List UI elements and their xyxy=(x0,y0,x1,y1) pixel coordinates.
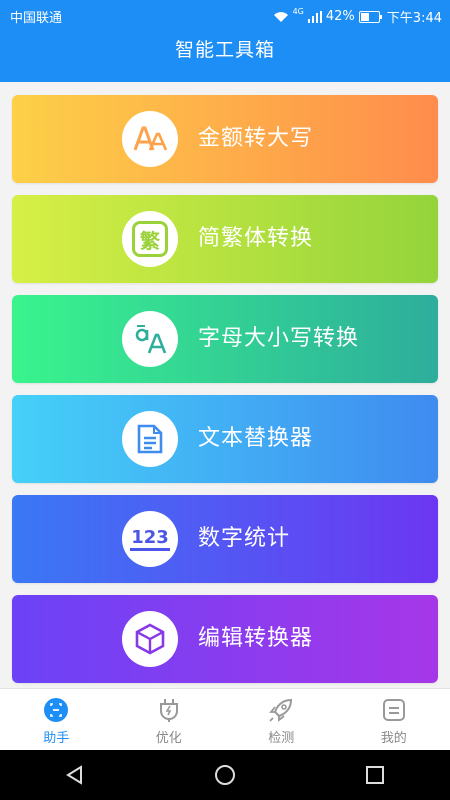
letter-case-icon xyxy=(135,325,167,354)
tool-label: 编辑转换器 xyxy=(198,626,314,651)
font-aa-icon xyxy=(133,126,167,151)
nav-item-optimize[interactable]: 优化 xyxy=(113,689,226,750)
number-123-icon: 123 xyxy=(130,527,170,551)
clock: 下午3:44 xyxy=(386,11,442,26)
profile-icon xyxy=(382,699,405,721)
tool-card-simplified-traditional[interactable]: 繁 简繁体转换 xyxy=(12,195,438,283)
traditional-char-icon: 繁 xyxy=(132,221,168,257)
tool-card-text-replacer[interactable]: 文本替换器 xyxy=(12,395,438,483)
system-nav-bar xyxy=(0,750,450,800)
back-triangle-icon xyxy=(66,765,82,785)
tool-label: 字母大小写转换 xyxy=(198,326,360,351)
tool-card-edit-converter[interactable]: 编辑转换器 xyxy=(12,595,438,683)
tool-icon-circle xyxy=(122,611,178,667)
nav-label: 我的 xyxy=(380,731,407,746)
tool-icon-circle xyxy=(122,311,178,367)
tool-icon-circle: 繁 xyxy=(122,211,178,267)
assistant-icon xyxy=(44,698,69,722)
app-header: 中国联通 4G 42% 下午3:44 智能工具箱 xyxy=(0,0,450,82)
signal-icon xyxy=(307,10,322,23)
battery-percent: 42% xyxy=(325,9,355,24)
carrier-name: 中国联通 xyxy=(10,11,63,26)
recents-square-icon xyxy=(366,766,384,784)
cube-icon xyxy=(135,623,165,655)
wifi-icon xyxy=(273,11,288,22)
home-circle-icon xyxy=(215,765,235,785)
battery-icon xyxy=(358,10,382,23)
tool-card-amount-uppercase[interactable]: 金额转大写 xyxy=(12,95,438,183)
optimize-plug-icon xyxy=(159,699,178,722)
tool-icon-circle xyxy=(122,111,178,167)
tool-label: 简繁体转换 xyxy=(198,226,314,251)
status-indicators: 4G 42% 下午3:44 xyxy=(273,7,442,26)
nav-label: 助手 xyxy=(43,731,70,746)
document-icon xyxy=(137,424,163,454)
recents-button[interactable] xyxy=(355,755,395,795)
bottom-nav: 助手 优化 检测 我的 xyxy=(0,688,450,750)
home-button[interactable] xyxy=(205,755,245,795)
status-bar: 中国联通 4G 42% 下午3:44 xyxy=(0,0,450,30)
nav-label: 优化 xyxy=(155,731,182,746)
back-button[interactable] xyxy=(55,755,95,795)
network-type: 4G xyxy=(292,7,304,16)
nav-item-mine[interactable]: 我的 xyxy=(338,689,450,750)
tool-icon-circle: 123 xyxy=(122,511,178,567)
tool-label: 数字统计 xyxy=(198,526,291,551)
tool-list: 金额转大写 繁 简繁体转换 字母大小写转换 文本替换器 123 数字统计 编辑转… xyxy=(12,95,438,695)
tool-label: 金额转大写 xyxy=(198,126,314,151)
tool-card-letter-case[interactable]: 字母大小写转换 xyxy=(12,295,438,383)
nav-label: 检测 xyxy=(268,731,295,746)
tool-card-number-stats[interactable]: 123 数字统计 xyxy=(12,495,438,583)
page-title: 智能工具箱 xyxy=(174,39,275,61)
tool-icon-circle xyxy=(122,411,178,467)
nav-item-detect[interactable]: 检测 xyxy=(225,689,338,750)
rocket-icon xyxy=(269,698,293,722)
nav-item-assistant[interactable]: 助手 xyxy=(0,689,113,750)
tool-label: 文本替换器 xyxy=(198,426,314,451)
